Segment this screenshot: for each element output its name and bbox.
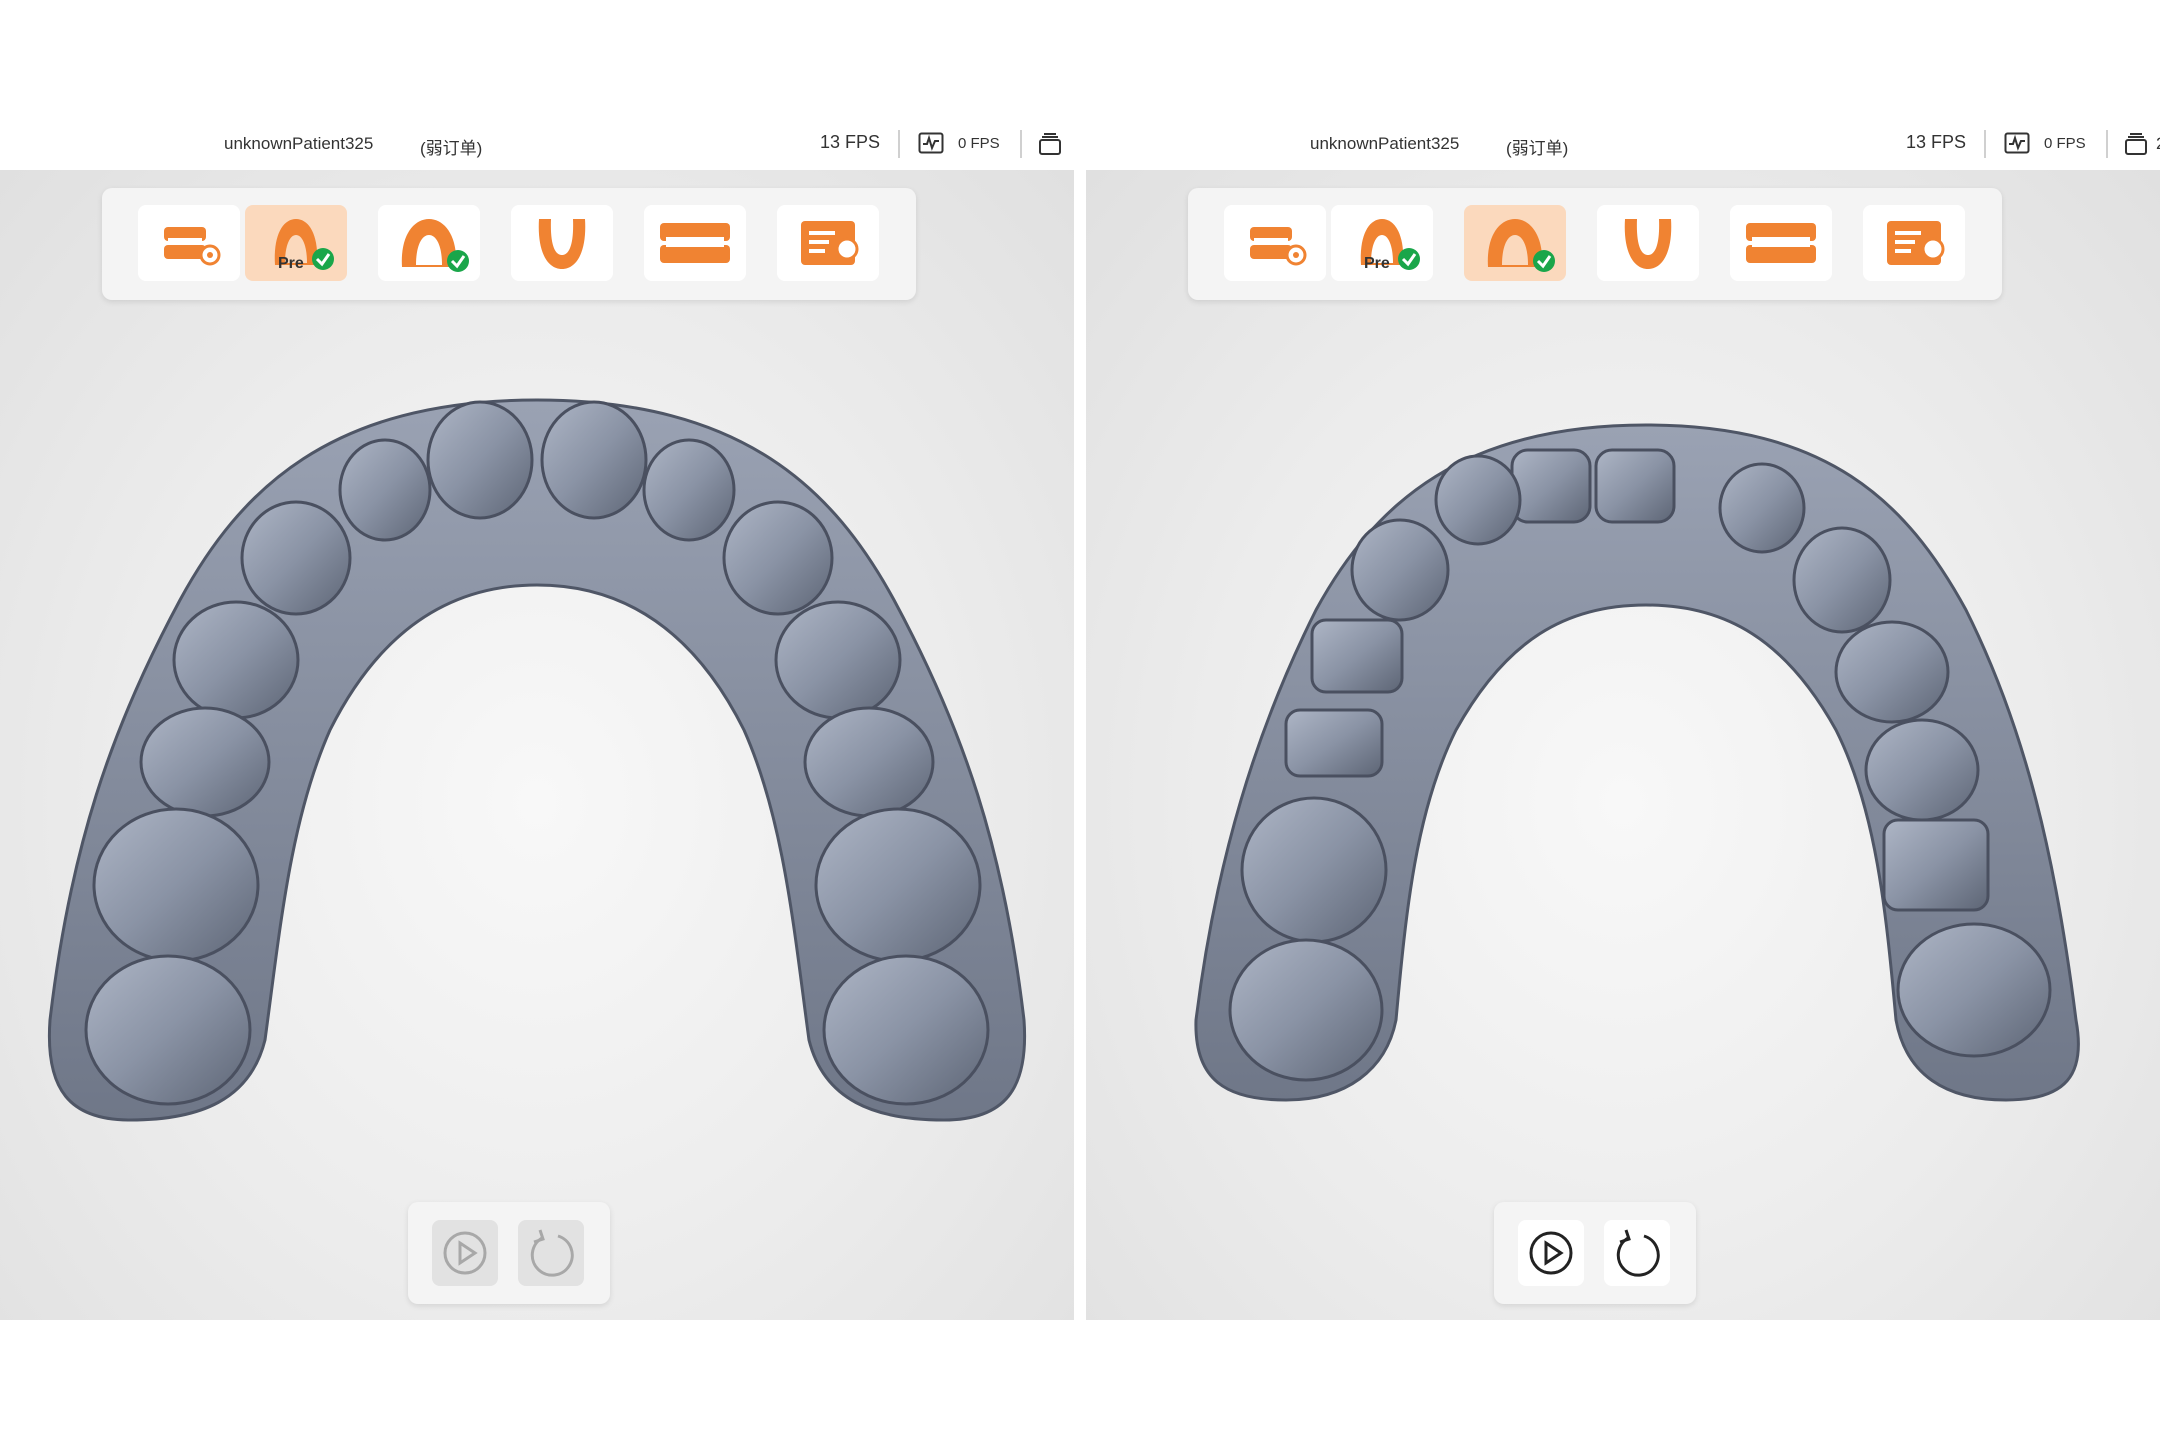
- reset-button[interactable]: [518, 1220, 584, 1286]
- workflow-toolbar: Pre: [102, 188, 916, 300]
- panel-divider: [1074, 170, 1086, 1320]
- layers-icon[interactable]: [2124, 132, 2148, 156]
- patient-name: unknownPatient325: [1310, 134, 1460, 153]
- step-lower-scan[interactable]: [1597, 205, 1699, 281]
- play-icon: [1529, 1231, 1573, 1275]
- render-fps: 0 FPS: [958, 135, 1000, 152]
- divider: [1020, 130, 1022, 158]
- bite-registration-icon: [1746, 223, 1816, 263]
- upper-jaw-pre-scan-icon: Pre: [274, 219, 334, 272]
- bite-settings-icon: [1250, 227, 1307, 266]
- render-fps-icon: [2004, 132, 2030, 154]
- order-tag: (弱订单): [1506, 139, 1569, 158]
- play-button[interactable]: [1518, 1220, 1584, 1286]
- patient-name: unknownPatient325: [224, 134, 374, 153]
- step-report[interactable]: [777, 205, 879, 281]
- upper-jaw-scan-icon: [401, 219, 469, 272]
- step-upper-scan[interactable]: [378, 205, 480, 281]
- step-bite-settings[interactable]: [1224, 205, 1326, 281]
- step-upper-pre-scan[interactable]: Pre: [245, 205, 347, 281]
- step-bite-registration[interactable]: [644, 205, 746, 281]
- scan-fps: 13 FPS: [1906, 132, 1967, 152]
- report-icon: [1887, 221, 1945, 265]
- upper-jaw-scan-model[interactable]: [0, 170, 1074, 1320]
- upper-jaw-pre-scan-icon: Pre: [1360, 219, 1420, 272]
- bite-registration-icon: [660, 223, 730, 263]
- play-button[interactable]: [432, 1220, 498, 1286]
- scan-panel-left: unknownPatient325 (弱订单) 13 FPS 0 FPS Pre: [0, 0, 1074, 1320]
- upper-jaw-scan-icon: [1487, 219, 1555, 272]
- reset-button[interactable]: [1604, 1220, 1670, 1286]
- scan-fps: 13 FPS: [820, 132, 881, 152]
- step-upper-pre-scan[interactable]: Pre: [1331, 205, 1433, 281]
- divider: [898, 130, 900, 158]
- pre-badge-text: Pre: [1364, 255, 1390, 272]
- playback-controls: [1494, 1202, 1696, 1304]
- divider: [1984, 130, 1986, 158]
- reset-icon: [1616, 1229, 1660, 1277]
- status-header: unknownPatient325 (弱订单) 13 FPS 0 FPS: [0, 118, 1074, 170]
- upper-jaw-scan-model[interactable]: [1086, 170, 2160, 1320]
- step-lower-scan[interactable]: [511, 205, 613, 281]
- layers-icon[interactable]: [1038, 132, 1062, 156]
- order-tag: (弱订单): [420, 139, 483, 158]
- 3d-viewport[interactable]: Pre: [1086, 170, 2160, 1320]
- lower-jaw-scan-icon: [538, 219, 586, 269]
- pre-badge-text: Pre: [278, 255, 304, 272]
- step-bite-settings[interactable]: [138, 205, 240, 281]
- playback-controls: [408, 1202, 610, 1304]
- truncated-counter: 2: [2156, 134, 2160, 154]
- play-icon: [443, 1231, 487, 1275]
- status-header: unknownPatient325 (弱订单) 13 FPS 0 FPS 2: [1086, 118, 2160, 170]
- bite-settings-icon: [164, 227, 221, 266]
- 3d-viewport[interactable]: Pre: [0, 170, 1074, 1320]
- step-report[interactable]: [1863, 205, 1965, 281]
- report-icon: [801, 221, 859, 265]
- lower-jaw-scan-icon: [1624, 219, 1672, 269]
- reset-icon: [530, 1229, 574, 1277]
- render-fps: 0 FPS: [2044, 135, 2086, 152]
- divider: [2106, 130, 2108, 158]
- render-fps-icon: [918, 132, 944, 154]
- step-bite-registration[interactable]: [1730, 205, 1832, 281]
- workflow-toolbar: Pre: [1188, 188, 2002, 300]
- step-upper-scan[interactable]: [1464, 205, 1566, 281]
- scan-panel-right: unknownPatient325 (弱订单) 13 FPS 0 FPS 2: [1086, 0, 2160, 1320]
